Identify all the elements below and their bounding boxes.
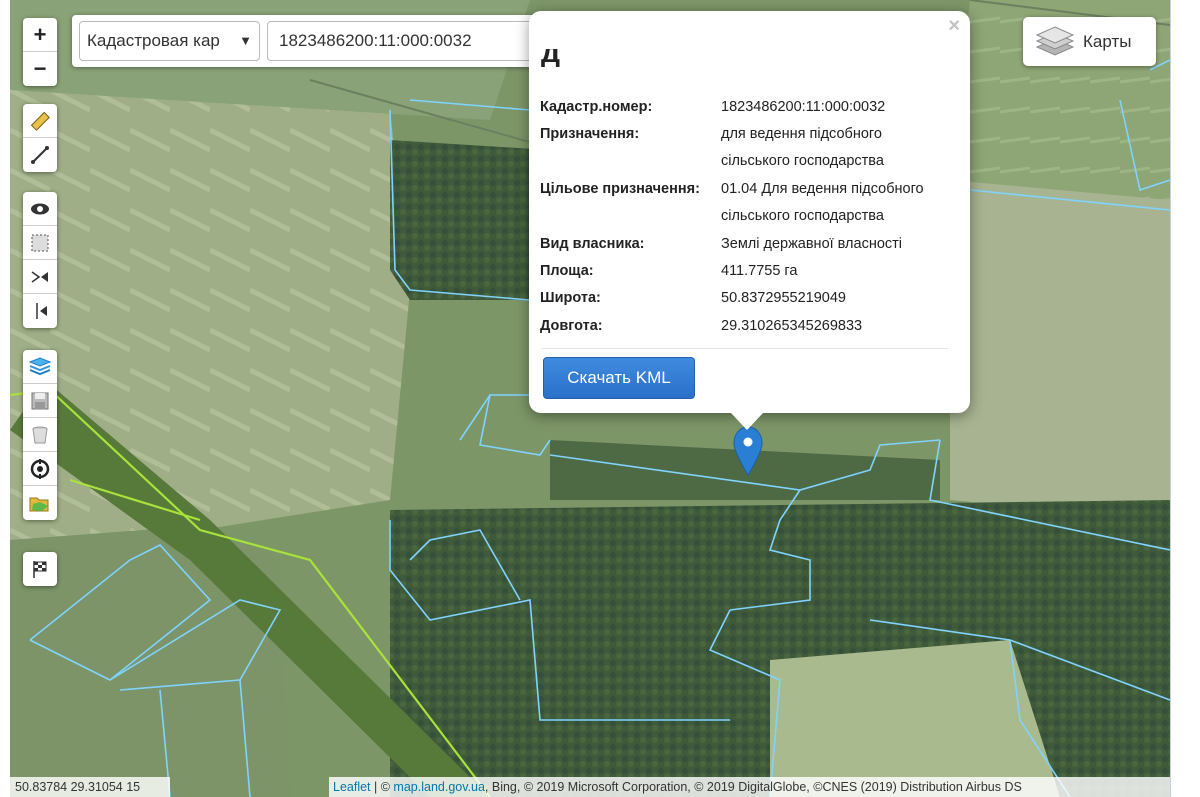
row-key: Цільове призначення: <box>540 181 700 197</box>
save-button[interactable] <box>23 384 57 418</box>
maps-layer-label: Карты <box>1083 31 1132 51</box>
row-key: Площа: <box>540 263 594 279</box>
row-key: Призначення: <box>540 126 640 142</box>
row-value: 50.8372955219049 <box>721 290 846 306</box>
row-value: сільського господарства <box>721 208 884 224</box>
parcel-info-popup: × д Кадастр.номер: 1823486200:11:000:003… <box>529 11 970 430</box>
row-value: 1823486200:11:000:0032 <box>721 99 886 115</box>
location-marker-icon[interactable] <box>733 425 763 477</box>
trash-icon <box>32 426 48 443</box>
download-kml-button[interactable]: Скачать KML <box>543 357 695 399</box>
zoom-control: + − <box>23 18 57 86</box>
layers-icon <box>1035 25 1075 56</box>
eye-icon <box>31 203 49 214</box>
layer-select-value: Кадастровая кар <box>87 31 220 50</box>
layers-stack-button[interactable] <box>23 350 57 384</box>
popup-tip <box>730 412 764 430</box>
popup-close-button[interactable]: × <box>948 15 960 38</box>
row-value: 01.04 Для ведення підсобного <box>721 181 924 197</box>
select-area-button[interactable] <box>23 226 57 260</box>
popup-heading-fragment: д <box>541 49 561 67</box>
zoom-in-button[interactable]: + <box>23 18 57 52</box>
flag-toolbar <box>23 552 57 586</box>
cut-icon <box>36 303 47 319</box>
attribution-separator: | © <box>370 780 394 794</box>
split-button[interactable] <box>23 260 57 294</box>
attribution-text: , Bing, © 2019 Microsoft Corporation, © … <box>484 780 1022 794</box>
layers-stack-icon <box>28 356 52 375</box>
row-key: Кадастр.номер: <box>540 99 653 115</box>
folder-map-icon <box>29 497 49 512</box>
target-button[interactable] <box>23 452 57 486</box>
edit-toolbar <box>23 192 57 328</box>
view-button[interactable] <box>23 192 57 226</box>
site-link[interactable]: map.land.gov.ua <box>393 780 485 794</box>
ruler-button[interactable] <box>23 104 57 138</box>
split-icon <box>31 270 48 283</box>
row-value: 411.7755 га <box>721 263 798 279</box>
trash-button[interactable] <box>23 418 57 452</box>
line-measure-icon <box>31 146 49 164</box>
row-key: Вид власника: <box>540 236 645 252</box>
leaflet-link[interactable]: Leaflet <box>333 780 371 794</box>
ruler-icon <box>30 111 50 131</box>
checkered-flag-icon <box>33 561 47 578</box>
row-key: Широта: <box>540 290 601 306</box>
maps-layer-button[interactable]: Карты <box>1023 17 1156 66</box>
zoom-out-button[interactable]: − <box>23 52 57 86</box>
flag-button[interactable] <box>23 552 57 586</box>
row-key: Довгота: <box>540 318 603 334</box>
folder-map-button[interactable] <box>23 486 57 520</box>
select-area-icon <box>31 234 49 251</box>
layer-toolbar <box>23 350 57 520</box>
layer-select[interactable]: Кадастровая кар ▼ <box>79 21 260 61</box>
map-attribution: Leaflet | © map.land.gov.ua, Bing, © 201… <box>329 777 1170 797</box>
row-value: Землі державної власності <box>721 236 903 252</box>
row-value: сільського господарства <box>721 153 884 169</box>
target-icon <box>30 458 50 479</box>
cut-button[interactable] <box>23 294 57 328</box>
line-measure-button[interactable] <box>23 138 57 172</box>
dropdown-arrow-icon: ▼ <box>239 33 252 48</box>
row-value: 29.310265345269833 <box>721 318 863 334</box>
row-value: для ведення підсобного <box>721 126 882 142</box>
popup-divider <box>542 348 948 349</box>
cursor-coordinates: 50.83784 29.31054 15 <box>10 777 170 797</box>
right-page-margin <box>1170 0 1200 797</box>
save-icon <box>31 392 49 409</box>
measure-toolbar <box>23 104 57 172</box>
left-page-margin <box>0 0 10 797</box>
